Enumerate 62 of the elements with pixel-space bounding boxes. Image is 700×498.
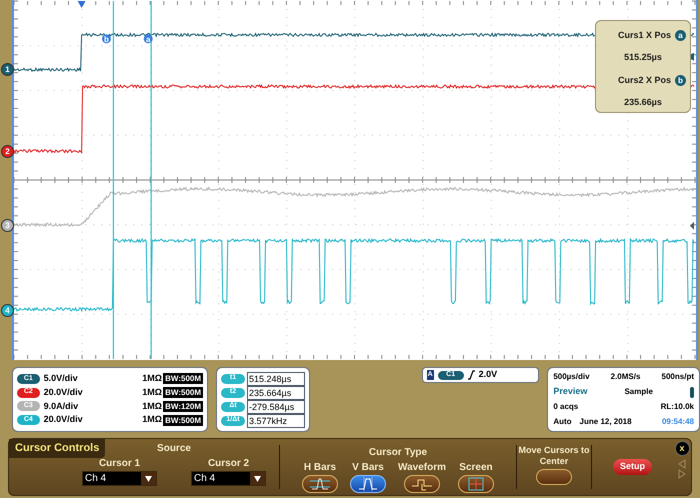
bandwidth-label: BW:500M [163,373,203,384]
cursor-type-heading: Cursor Type [368,446,428,460]
bandwidth-label: BW:500M [163,387,203,398]
readout-value: 235.66µs [624,96,662,109]
measurement-value: -279.584µs [247,400,305,414]
vbars-icon [356,476,380,492]
cursor-marker[interactable]: a [144,34,153,44]
bandwidth-label: BW:120M [163,400,203,412]
acquisition-mode: Sample [624,386,653,398]
time-label: 09:54:48 [662,416,694,428]
channel-scale: 5.0V/div [44,372,79,385]
setup-button[interactable]: Setup [612,459,652,475]
source-heading: Source [157,442,191,456]
hbars-icon [308,476,332,492]
resolution: 500ns/pt [662,371,694,384]
cursor-type-label: Waveform [398,461,446,475]
timebase: 500µs/div [553,371,590,384]
cursor-type-button[interactable] [350,475,386,493]
source-label: Cursor 1 [98,457,140,471]
cursor-type-button[interactable] [458,475,494,493]
cursor-type-label: Screen [459,461,493,475]
cursor-marker[interactable]: b [102,34,111,44]
cursor-type-label: H Bars [304,461,336,475]
cursor-badge: b [675,75,686,86]
move-cursors-label: Move Cursors to Center [517,445,590,467]
channel-scale: 9.0A/div [44,400,80,413]
thermometer-icon [690,386,694,398]
channel-scale: 20.0V/div [44,413,84,426]
channel-impedance: 1MΩ [142,413,163,426]
date-label: June 12, 2018 [580,416,632,428]
readout-label: Curs2 X Pos [618,74,671,87]
cursor-type-label: V Bars [352,461,384,475]
cursor-type-button[interactable] [302,475,338,493]
move-cursors-button[interactable] [536,469,572,485]
channel-scale: 20.0V/div [44,386,84,399]
cursor-badge: a [675,30,686,42]
trigger-level: 2.0V [478,368,498,382]
readout-value: 515.25µs [624,50,662,64]
acquisition-count: 0 acqs [553,400,578,413]
close-button[interactable]: x [674,441,690,456]
source-dropdown[interactable]: Ch 4 [191,471,266,486]
source-dropdown[interactable]: Ch 4 [82,471,157,486]
channel-impedance: 1MΩ [142,400,163,413]
dropdown-arrow-icon [254,476,261,482]
source-label: Cursor 2 [208,457,250,471]
sample-rate: 2.0MS/s [610,371,640,384]
measurement-value: 235.664µs [247,386,305,400]
dropdown-arrow-icon [145,476,152,482]
panel-title: Cursor Controls [9,439,106,458]
acquisition-state: Preview [553,385,588,398]
channel-impedance: 1MΩ [142,386,163,399]
cursor-type-button[interactable] [404,475,440,493]
channel-impedance: 1MΩ [142,372,163,385]
bandwidth-label: BW:500M [163,414,203,426]
trigger-position-icon [78,1,86,8]
measurement-value: 3.577kHz [247,414,305,428]
arrow-icon [690,222,694,230]
trigger-mode-label: Auto [553,416,572,428]
measurement-value: 515.248µs [247,372,305,386]
readout-label: Curs1 X Pos [618,29,671,42]
rising-edge-icon [468,370,475,380]
record-length: RL:10.0k [660,400,694,413]
